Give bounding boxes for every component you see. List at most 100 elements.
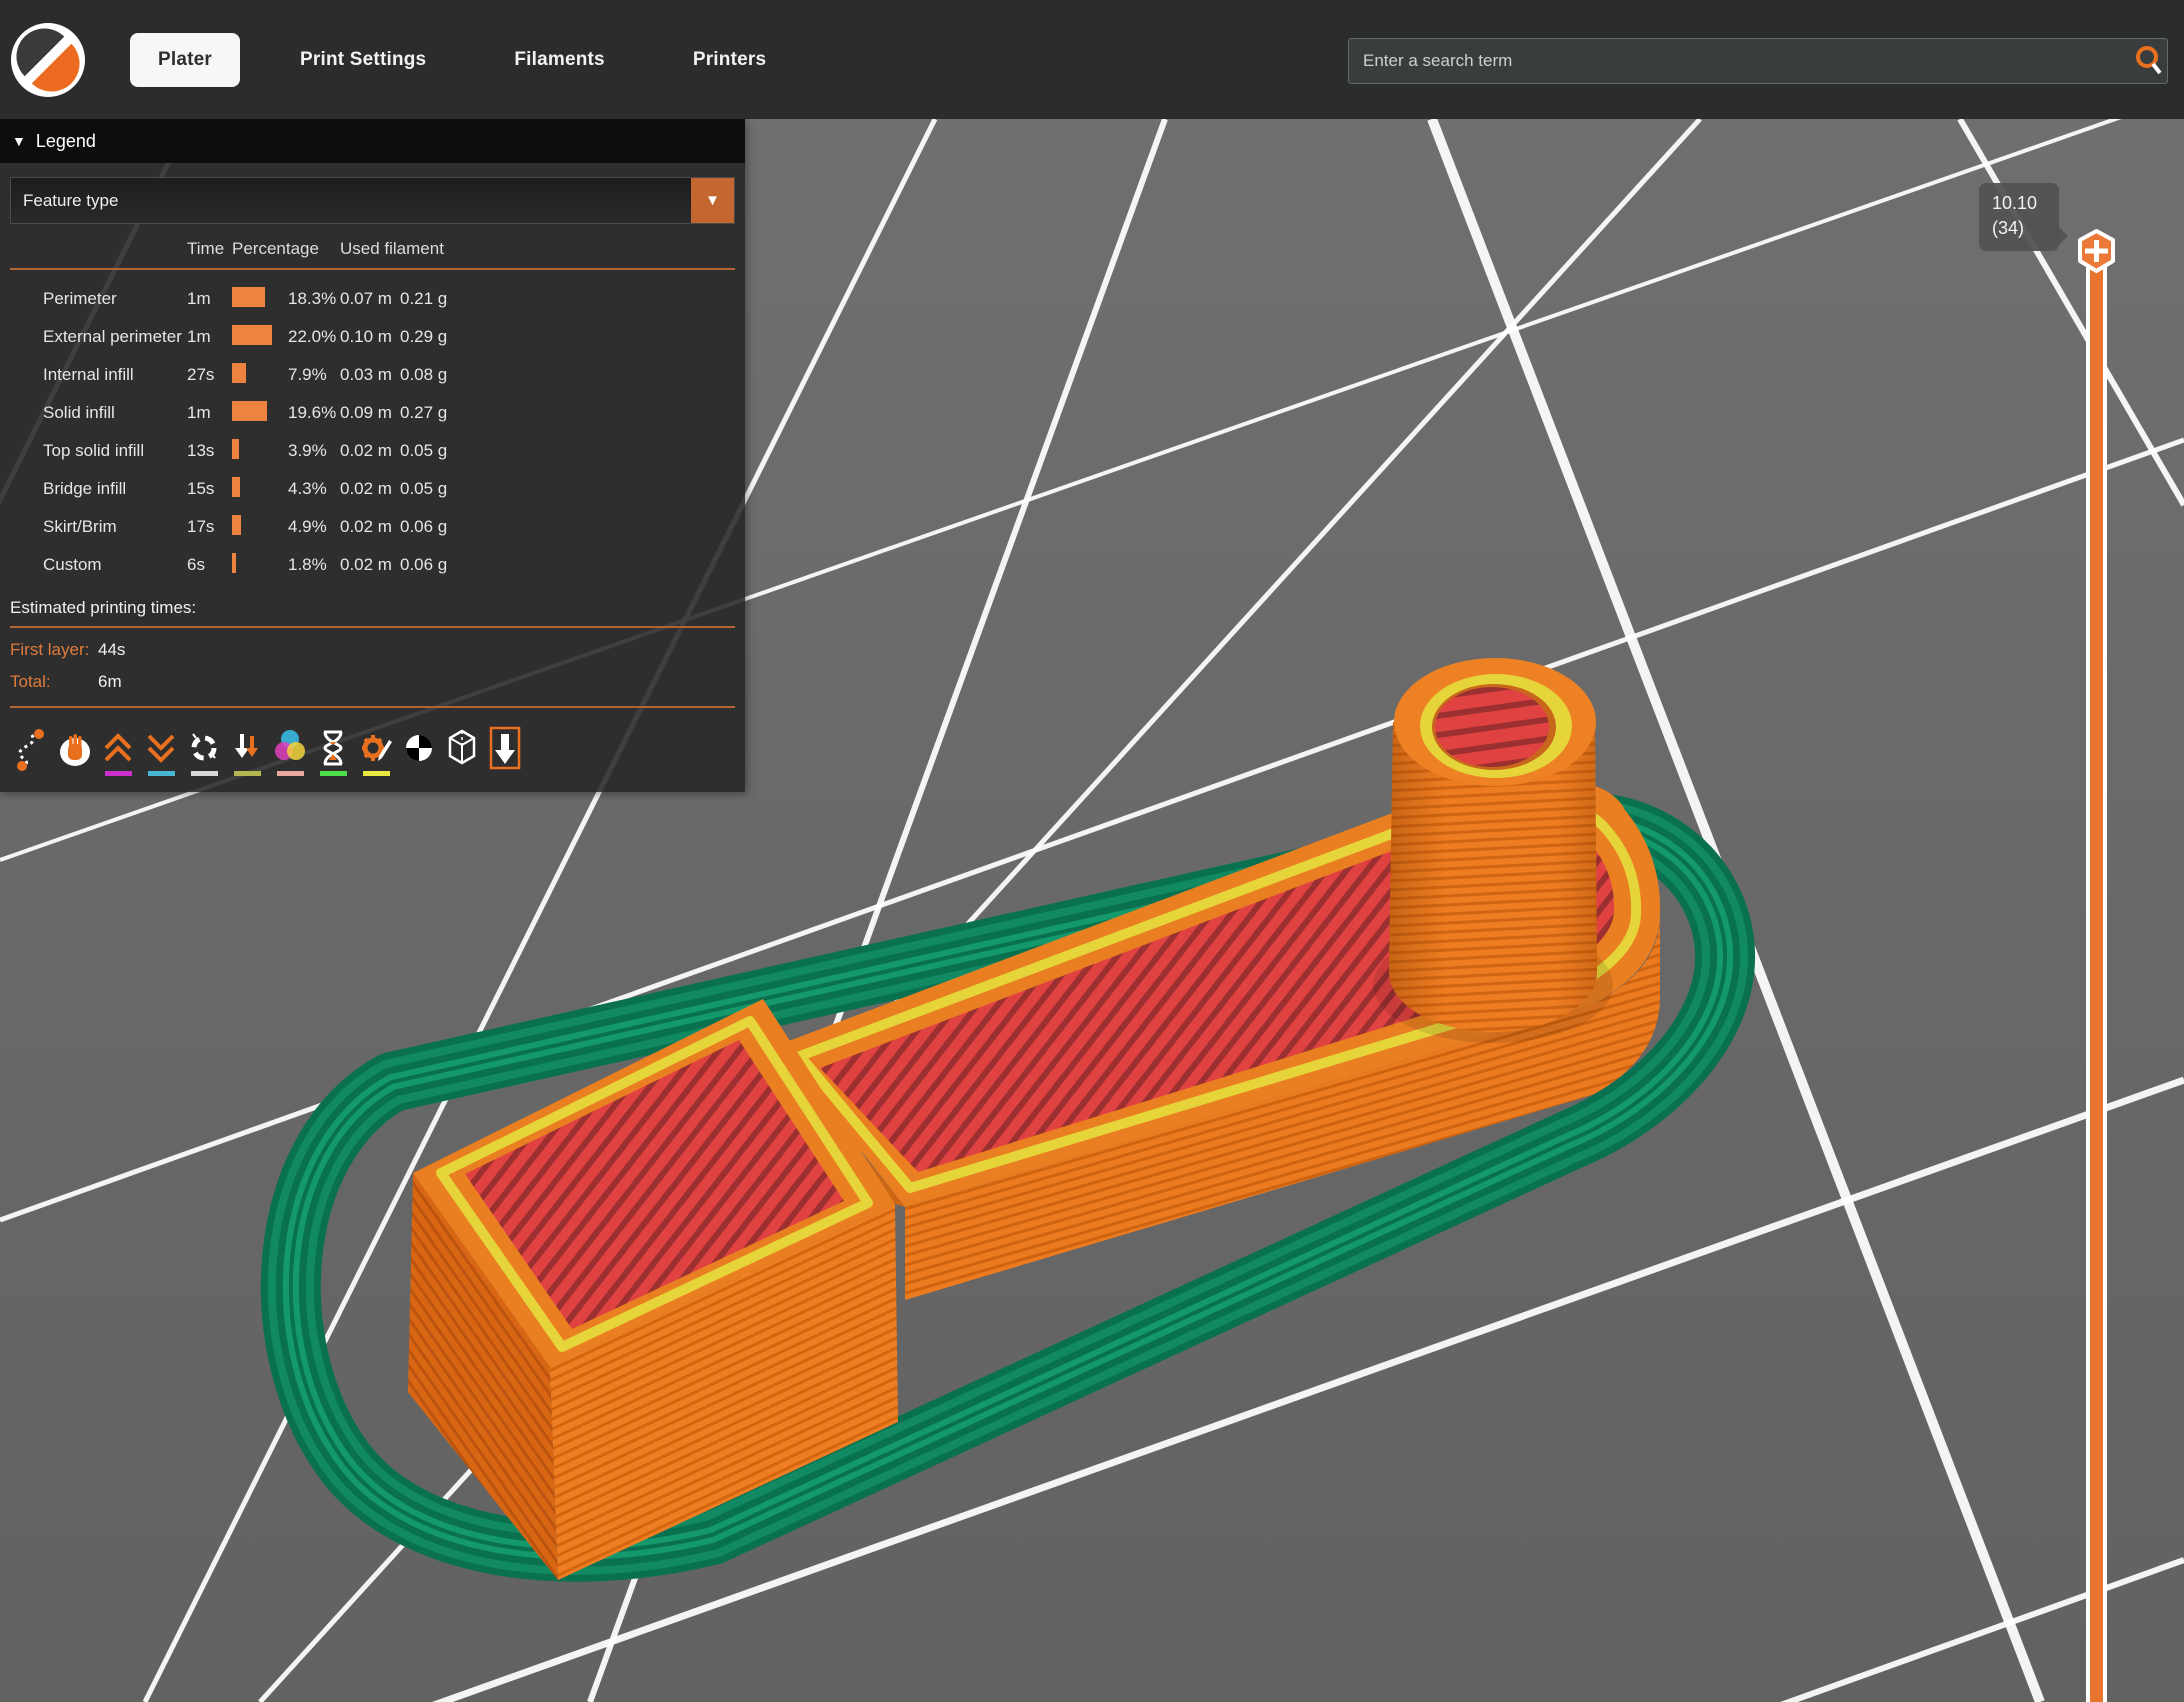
feature-percent: 3.9% bbox=[288, 441, 340, 461]
total-row: Total: 6m bbox=[10, 672, 735, 692]
layer-slider-handle[interactable] bbox=[2074, 228, 2119, 274]
percentage-bar bbox=[232, 439, 239, 459]
custom-gcodes-icon[interactable] bbox=[354, 720, 397, 778]
tab-filaments[interactable]: Filaments bbox=[486, 33, 633, 87]
feature-used-m: 0.09 m bbox=[340, 403, 400, 423]
slicer-app: Plater Print Settings Filaments Printers ▼ … bbox=[0, 0, 2184, 1702]
feature-label: Custom bbox=[43, 555, 187, 575]
view-mode-select[interactable]: Feature type ▼ bbox=[10, 177, 735, 224]
tab-plater[interactable]: Plater bbox=[130, 33, 240, 87]
feature-time: 17s bbox=[187, 517, 232, 537]
feature-time: 1m bbox=[187, 289, 232, 309]
feature-percent: 19.6% bbox=[288, 403, 340, 423]
feature-used-g: 0.06 g bbox=[400, 555, 460, 575]
center-of-gravity-icon[interactable] bbox=[397, 720, 440, 778]
shells-icon[interactable] bbox=[440, 720, 483, 778]
retractions-icon[interactable] bbox=[96, 720, 139, 778]
percentage-bar bbox=[232, 553, 236, 573]
col-used-filament: Used filament bbox=[340, 239, 460, 259]
feature-label: Internal infill bbox=[43, 365, 187, 385]
feature-used-g: 0.05 g bbox=[400, 441, 460, 461]
legend-row: Skirt/Brim17s4.9%0.02 m0.06 g bbox=[8, 508, 737, 546]
percentage-bar bbox=[232, 401, 267, 421]
legend-row: Internal infill27s 7.9%0.03 m0.08 g bbox=[8, 356, 737, 394]
deretractions-icon[interactable] bbox=[139, 720, 182, 778]
layer-slider-track[interactable] bbox=[2086, 262, 2107, 1702]
pause-prints-icon[interactable] bbox=[311, 720, 354, 778]
total-label: Total: bbox=[10, 672, 98, 692]
model-cylinder bbox=[1373, 658, 1613, 1043]
collapse-triangle-icon: ▼ bbox=[12, 133, 26, 149]
legend-row: External perimeter1m22.0%0.10 m0.29 g bbox=[8, 318, 737, 356]
feature-time: 13s bbox=[187, 441, 232, 461]
legend-panel: ▼ Legend Feature type ▼ Time Percentage … bbox=[0, 119, 745, 792]
feature-label: Perimeter bbox=[43, 289, 187, 309]
legend-row: Solid infill1m19.6%0.09 m0.27 g bbox=[8, 394, 737, 432]
feature-percent: 18.3% bbox=[288, 289, 340, 309]
feature-percent: 22.0% bbox=[288, 327, 340, 347]
divider bbox=[10, 626, 735, 628]
layer-height-value: 10.10 bbox=[1992, 191, 2059, 216]
wipe-icon[interactable] bbox=[53, 720, 96, 778]
feature-used-m: 0.10 m bbox=[340, 327, 400, 347]
feature-used-m: 0.02 m bbox=[340, 517, 400, 537]
tool-marker-icon[interactable] bbox=[483, 720, 526, 778]
feature-used-g: 0.21 g bbox=[400, 289, 460, 309]
feature-percent: 4.9% bbox=[288, 517, 340, 537]
main-tabs: Plater Print Settings Filaments Printers bbox=[130, 0, 794, 119]
legend-header[interactable]: ▼ Legend bbox=[0, 119, 745, 163]
first-layer-row: First layer: 44s bbox=[10, 640, 735, 660]
feature-time: 15s bbox=[187, 479, 232, 499]
feature-used-g: 0.06 g bbox=[400, 517, 460, 537]
feature-used-m: 0.02 m bbox=[340, 441, 400, 461]
travel-paths-icon[interactable] bbox=[10, 720, 53, 778]
col-time: Time bbox=[187, 239, 232, 259]
layer-tooltip: 10.10 (34) bbox=[1979, 183, 2059, 251]
col-percentage: Percentage bbox=[232, 239, 340, 259]
legend-row: Bridge infill15s 4.3%0.02 m0.05 g bbox=[8, 470, 737, 508]
legend-row: Top solid infill13s 3.9%0.02 m0.05 g bbox=[8, 432, 737, 470]
estimated-times-title: Estimated printing times: bbox=[10, 598, 735, 618]
percentage-bar bbox=[232, 287, 265, 307]
search-input[interactable] bbox=[1349, 51, 2133, 71]
feature-used-m: 0.03 m bbox=[340, 365, 400, 385]
top-bar: Plater Print Settings Filaments Printers bbox=[0, 0, 2184, 119]
feature-used-g: 0.27 g bbox=[400, 403, 460, 423]
first-layer-value: 44s bbox=[98, 640, 125, 660]
feature-percent: 1.8% bbox=[288, 555, 340, 575]
chevron-down-icon: ▼ bbox=[705, 192, 720, 209]
feature-used-g: 0.08 g bbox=[400, 365, 460, 385]
feature-used-m: 0.02 m bbox=[340, 479, 400, 499]
dropdown-button[interactable]: ▼ bbox=[691, 178, 734, 223]
feature-percent: 4.3% bbox=[288, 479, 340, 499]
feature-label: External perimeter bbox=[43, 327, 187, 347]
legend-body: Feature type ▼ Time Percentage Used fila… bbox=[0, 163, 745, 792]
search-icon[interactable] bbox=[2133, 44, 2163, 78]
feature-label: Solid infill bbox=[43, 403, 187, 423]
legend-row: Perimeter1m 18.3%0.07 m0.21 g bbox=[8, 280, 737, 318]
legend-rows: Perimeter1m 18.3%0.07 m0.21 g External per… bbox=[8, 272, 737, 588]
feature-time: 6s bbox=[187, 555, 232, 575]
slicer-logo-icon[interactable] bbox=[10, 22, 86, 98]
feature-label: Bridge infill bbox=[43, 479, 187, 499]
feature-used-g: 0.05 g bbox=[400, 479, 460, 499]
view-mode-value: Feature type bbox=[11, 191, 118, 211]
divider bbox=[10, 706, 735, 708]
divider bbox=[10, 268, 735, 270]
tool-changes-icon[interactable] bbox=[225, 720, 268, 778]
feature-used-m: 0.07 m bbox=[340, 289, 400, 309]
tab-printers[interactable]: Printers bbox=[665, 33, 794, 87]
feature-label: Top solid infill bbox=[43, 441, 187, 461]
color-changes-icon[interactable] bbox=[268, 720, 311, 778]
first-layer-label: First layer: bbox=[10, 640, 98, 660]
search-box bbox=[1348, 38, 2168, 84]
feature-used-m: 0.02 m bbox=[340, 555, 400, 575]
feature-percent: 7.9% bbox=[288, 365, 340, 385]
percentage-bar bbox=[232, 477, 240, 497]
legend-row: Custom6s 1.8%0.02 m0.06 g bbox=[8, 546, 737, 584]
feature-time: 27s bbox=[187, 365, 232, 385]
legend-column-headers: Time Percentage Used filament bbox=[8, 236, 737, 266]
tab-print-settings[interactable]: Print Settings bbox=[272, 33, 454, 87]
feature-used-g: 0.29 g bbox=[400, 327, 460, 347]
seams-icon[interactable] bbox=[182, 720, 225, 778]
